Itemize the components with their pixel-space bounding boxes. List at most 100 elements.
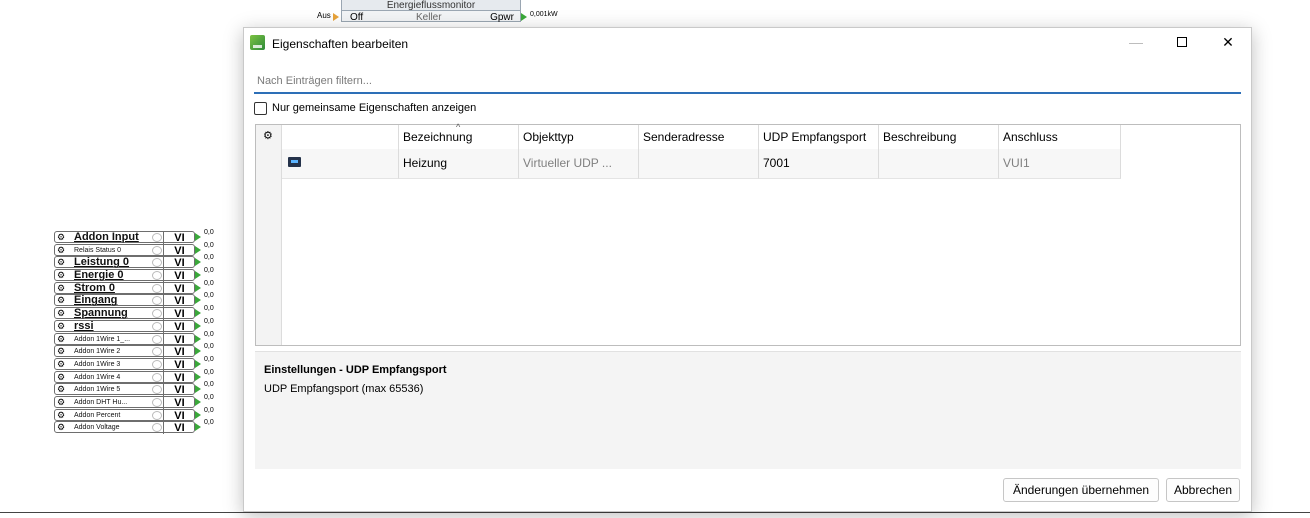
addon-item-name: Addon 1Wire 4: [74, 373, 121, 381]
row-icon-cell[interactable]: [282, 149, 399, 179]
addon-output-pin[interactable]: [195, 385, 201, 394]
addon-item[interactable]: ⚙ rssi VI 0,0: [54, 318, 224, 333]
addon-output-pin[interactable]: [195, 245, 201, 254]
cell-bezeichnung[interactable]: Heizung: [399, 149, 519, 179]
addon-item-type: VI: [163, 270, 195, 283]
addon-item-box[interactable]: ⚙ Relais Status 0 VI: [54, 243, 195, 257]
addon-item-box[interactable]: ⚙ Addon 1Wire 5 VI: [54, 383, 195, 397]
addon-item-box[interactable]: ⚙ Spannung VI: [54, 307, 195, 321]
addon-item-name: Addon 1Wire 5: [74, 386, 121, 394]
minimize-button[interactable]: —: [1113, 28, 1159, 58]
addon-item-box[interactable]: ⚙ Strom 0 VI: [54, 281, 195, 295]
addon-item[interactable]: ⚙ Leistung 0 VI 0,0: [54, 254, 224, 270]
addon-gear-icon[interactable]: ⚙: [57, 372, 66, 382]
column-header-objekttyp[interactable]: Objekttyp: [519, 125, 639, 149]
addon-gear-icon[interactable]: ⚙: [57, 321, 66, 331]
addon-link-icon: [152, 271, 162, 281]
addon-output-pin[interactable]: [195, 309, 201, 318]
addon-item-name: Addon Input: [74, 231, 139, 243]
addon-gear-icon[interactable]: ⚙: [57, 359, 66, 369]
addon-item[interactable]: ⚙ Addon Voltage VI 0,0: [54, 419, 224, 435]
addon-gear-icon[interactable]: ⚙: [57, 385, 66, 394]
addon-output-pin[interactable]: [195, 296, 201, 305]
addon-item-box[interactable]: ⚙ Addon 1Wire 3 VI: [54, 357, 195, 371]
addon-gear-icon[interactable]: ⚙: [57, 233, 66, 242]
addon-item-value: 0,0: [204, 368, 214, 376]
addon-item-box[interactable]: ⚙ Addon 1Wire 1_... VI: [54, 332, 195, 346]
cell-objekttyp[interactable]: Virtueller UDP ...: [519, 149, 639, 179]
addon-item-name: rssi: [74, 319, 94, 332]
addon-output-pin[interactable]: [195, 423, 201, 432]
addon-output-pin[interactable]: [195, 271, 201, 280]
cell-udp-empfangsport[interactable]: 7001: [759, 149, 879, 179]
addon-output-pin[interactable]: [195, 410, 201, 419]
addon-item[interactable]: ⚙ Spannung VI 0,0: [54, 305, 224, 321]
addon-output-pin[interactable]: [195, 359, 201, 368]
addon-gear-icon[interactable]: ⚙: [57, 347, 66, 356]
cancel-button[interactable]: Abbrechen: [1166, 478, 1240, 502]
app-logo-icon: [250, 35, 265, 50]
addon-item-value: 0,0: [204, 279, 214, 287]
udp-receiver-icon: [288, 157, 301, 167]
addon-item[interactable]: ⚙ Strom 0 VI 0,0: [54, 279, 224, 295]
column-header-senderadresse[interactable]: Senderadresse: [639, 125, 759, 149]
addon-gear-icon[interactable]: ⚙: [57, 283, 66, 293]
energy-monitor-output-pin[interactable]: [521, 13, 527, 21]
addon-item-box[interactable]: ⚙ Energie 0 VI: [54, 269, 195, 283]
addon-item[interactable]: ⚙ Addon 1Wire 1_... VI 0,0: [54, 331, 224, 346]
column-header-beschreibung[interactable]: Beschreibung: [879, 125, 999, 149]
addon-gear-icon[interactable]: ⚙: [57, 245, 66, 255]
addon-gear-icon[interactable]: ⚙: [57, 410, 66, 420]
addon-item-box[interactable]: ⚙ Leistung 0 VI: [54, 256, 195, 270]
addon-item-box[interactable]: ⚙ Addon DHT Hu... VI: [54, 395, 195, 409]
addon-item[interactable]: ⚙ Addon Input VI 0,0: [54, 229, 224, 244]
addon-output-pin[interactable]: [195, 233, 201, 241]
addon-link-icon: [152, 245, 162, 255]
close-button[interactable]: ✕: [1205, 28, 1251, 58]
cell-beschreibung[interactable]: [879, 149, 999, 179]
addon-output-pin[interactable]: [195, 372, 201, 381]
apply-changes-button[interactable]: Änderungen übernehmen: [1003, 478, 1159, 502]
addon-gear-icon[interactable]: ⚙: [57, 397, 66, 407]
addon-gear-icon[interactable]: ⚙: [57, 334, 66, 344]
common-properties-checkbox[interactable]: [254, 102, 267, 115]
addon-item-box[interactable]: ⚙ Addon Voltage VI: [54, 421, 195, 435]
column-header-icon[interactable]: [282, 125, 399, 149]
addon-item[interactable]: ⚙ Addon 1Wire 5 VI 0,0: [54, 381, 224, 397]
addon-item-box[interactable]: ⚙ Addon Percent VI: [54, 408, 195, 422]
filter-input[interactable]: [254, 70, 1241, 94]
addon-output-pin[interactable]: [195, 258, 201, 267]
addon-output-pin[interactable]: [195, 283, 201, 292]
cell-anschluss[interactable]: VUI1: [999, 149, 1121, 179]
addon-item[interactable]: ⚙ Addon 1Wire 4 VI 0,0: [54, 368, 224, 384]
column-header-anschluss[interactable]: Anschluss: [999, 125, 1121, 149]
addon-link-icon: [152, 347, 162, 357]
addon-output-pin[interactable]: [195, 334, 201, 343]
addon-item[interactable]: ⚙ Addon DHT Hu... VI 0,0: [54, 394, 224, 409]
addon-item-box[interactable]: ⚙ Eingang VI: [54, 294, 195, 308]
addon-gear-icon[interactable]: ⚙: [57, 423, 66, 432]
maximize-button[interactable]: [1159, 28, 1205, 58]
addon-gear-icon[interactable]: ⚙: [57, 309, 66, 318]
addon-item-box[interactable]: ⚙ Addon 1Wire 4 VI: [54, 370, 195, 384]
column-settings-gear-icon[interactable]: ⚙: [263, 129, 273, 142]
addon-item[interactable]: ⚙ Energie 0 VI 0,0: [54, 267, 224, 283]
addon-item[interactable]: ⚙ Addon 1Wire 2 VI 0,0: [54, 343, 224, 359]
addon-gear-icon[interactable]: ⚙: [57, 271, 66, 280]
addon-item-box[interactable]: ⚙ Addon Input VI: [54, 231, 195, 244]
addon-item[interactable]: ⚙ Addon Percent VI 0,0: [54, 407, 224, 422]
addon-item[interactable]: ⚙ Eingang VI 0,0: [54, 292, 224, 308]
column-header-udp-empfangsport[interactable]: UDP Empfangsport: [759, 125, 879, 149]
addon-output-pin[interactable]: [195, 397, 201, 406]
cell-senderadresse[interactable]: [639, 149, 759, 179]
addon-output-pin[interactable]: [195, 347, 201, 356]
addon-item[interactable]: ⚙ Addon 1Wire 3 VI 0,0: [54, 356, 224, 371]
addon-item[interactable]: ⚙ Relais Status 0 VI 0,0: [54, 242, 224, 257]
addon-gear-icon[interactable]: ⚙: [57, 296, 66, 305]
energy-monitor-block[interactable]: Energieflussmonitor Off Keller Gpwr: [341, 0, 521, 23]
energy-monitor-input-pin[interactable]: [333, 13, 339, 21]
addon-item-box[interactable]: ⚙ rssi VI: [54, 319, 195, 333]
addon-item-box[interactable]: ⚙ Addon 1Wire 2 VI: [54, 345, 195, 359]
addon-gear-icon[interactable]: ⚙: [57, 258, 66, 267]
addon-output-pin[interactable]: [195, 321, 201, 330]
